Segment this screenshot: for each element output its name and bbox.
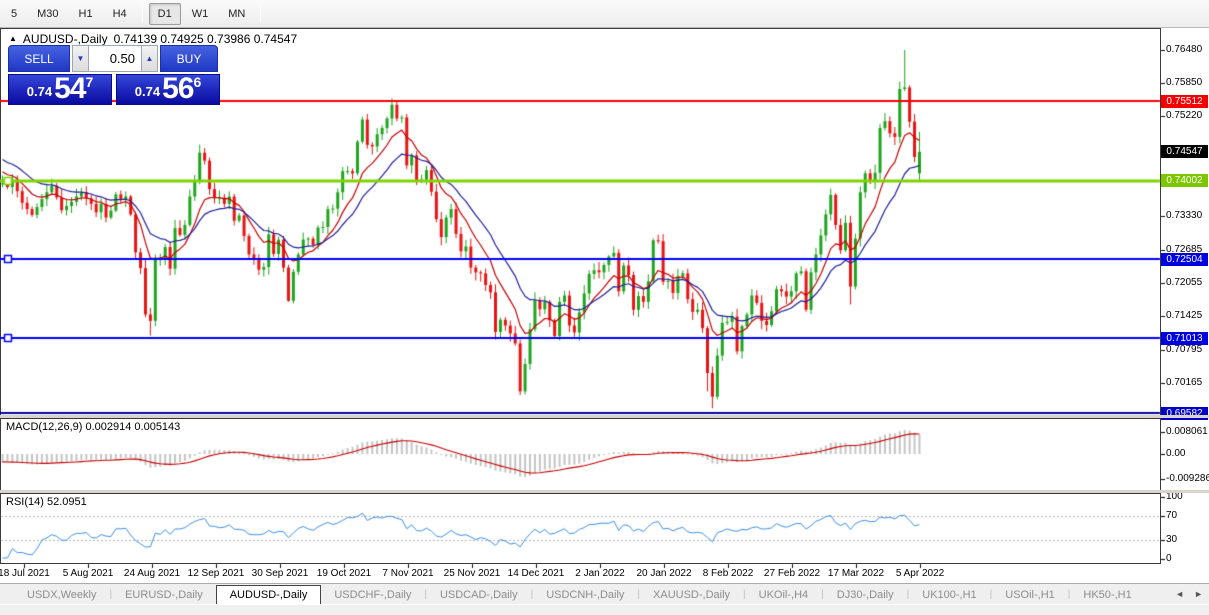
timeframe-button-h4[interactable]: H4 bbox=[104, 3, 136, 25]
timeframe-button-w1[interactable]: W1 bbox=[183, 3, 218, 25]
sell-price-display[interactable]: 0.74 54 7 bbox=[8, 74, 112, 105]
tab-dj30-daily[interactable]: DJ30-,Daily bbox=[824, 586, 907, 604]
collapse-panel-icon[interactable]: ▲ bbox=[9, 34, 17, 43]
chart-symbol-label: AUDUSD-,Daily bbox=[22, 32, 108, 46]
price-axis-tick-label: 0.73330 bbox=[1166, 209, 1203, 221]
current-price-badge: 0.74547 bbox=[1161, 145, 1208, 159]
timeframe-toolbar: 5 M30 H1 H4 D1 W1 MN bbox=[0, 0, 1209, 28]
date-axis-label: 5 Apr 2022 bbox=[895, 568, 945, 579]
price-axis-tick-label: 0.70165 bbox=[1166, 376, 1203, 388]
splitter-main-macd[interactable] bbox=[0, 415, 1209, 418]
date-axis-label: 30 Sep 2021 bbox=[251, 568, 309, 579]
date-axis-label: 14 Dec 2021 bbox=[507, 568, 565, 579]
date-axis-label: 5 Aug 2021 bbox=[62, 568, 114, 579]
date-axis-label: 2 Jan 2022 bbox=[575, 568, 625, 579]
price-level-badge: 0.72504 bbox=[1161, 252, 1208, 266]
macd-axis-tick-label: -0.009286 bbox=[1166, 473, 1209, 485]
macd-axis-tick-label: 0.008061 bbox=[1166, 426, 1208, 438]
price-axis-tick-label: 0.71425 bbox=[1166, 310, 1203, 322]
price-axis-tick-label: 0.76480 bbox=[1166, 44, 1203, 56]
timeframe-button-h1[interactable]: H1 bbox=[70, 3, 102, 25]
tab-usdcad-daily[interactable]: USDCAD-,Daily bbox=[427, 586, 531, 604]
toolbar-separator bbox=[141, 5, 143, 22]
date-axis-label: 7 Nov 2021 bbox=[382, 568, 434, 579]
rsi-axis-tick-label: 70 bbox=[1166, 509, 1178, 521]
buy-price-display[interactable]: 0.74 56 6 bbox=[116, 74, 220, 105]
sell-price-prefix: 0.74 bbox=[26, 84, 53, 99]
date-axis-label: 19 Oct 2021 bbox=[316, 568, 372, 579]
tab-xauusd-daily[interactable]: XAUUSD-,Daily bbox=[640, 586, 743, 604]
tab-usdx-weekly[interactable]: USDX,Weekly bbox=[14, 586, 109, 604]
tab-eurusd-daily[interactable]: EURUSD-,Daily bbox=[112, 586, 216, 604]
price-level-badge: 0.75512 bbox=[1161, 94, 1208, 108]
mt4-terminal: 5 M30 H1 H4 D1 W1 MN ▲ AUDUSD-,Daily 0.74139 0… bbox=[0, 0, 1209, 615]
timeframe-button-d1[interactable]: D1 bbox=[148, 2, 181, 25]
sell-price-sup: 7 bbox=[85, 74, 94, 90]
date-axis-label: 24 Aug 2021 bbox=[123, 568, 181, 579]
date-axis-label: 8 Feb 2022 bbox=[702, 568, 754, 579]
macd-axis-tick-label: 0.00 bbox=[1166, 448, 1186, 459]
buy-button[interactable]: BUY bbox=[160, 45, 218, 72]
splitter-macd-rsi[interactable] bbox=[0, 490, 1209, 493]
price-axis-tick-label: 0.72055 bbox=[1166, 277, 1203, 289]
date-axis-label: 20 Jan 2022 bbox=[636, 568, 692, 579]
macd-label: MACD(12,26,9) 0.002914 0.005143 bbox=[6, 421, 181, 433]
symbol-tabbar: USDX,Weekly | EURUSD-,Daily AUDUSD-,Daily US… bbox=[0, 583, 1209, 605]
buy-price-sup: 6 bbox=[193, 74, 202, 90]
rsi-label: RSI(14) 52.0951 bbox=[6, 496, 87, 508]
timeframe-button-mn[interactable]: MN bbox=[219, 3, 254, 25]
timeframe-button-m15[interactable]: 5 bbox=[2, 3, 26, 25]
tab-audusd-daily[interactable]: AUDUSD-,Daily bbox=[215, 585, 322, 605]
volume-input[interactable] bbox=[89, 45, 141, 72]
price-level-badge: 0.71013 bbox=[1161, 331, 1208, 345]
scroll-tabs-right-icon[interactable]: ► bbox=[1194, 589, 1203, 599]
scroll-tabs-left-icon[interactable]: ◄ bbox=[1175, 589, 1184, 599]
price-level-badge: 0.74002 bbox=[1161, 174, 1208, 188]
sell-button[interactable]: SELL bbox=[8, 45, 70, 72]
date-axis-label: 18 Jul 2021 bbox=[0, 568, 50, 579]
buy-price-prefix: 0.74 bbox=[134, 84, 161, 99]
volume-increase-button[interactable]: ▲ bbox=[141, 45, 158, 72]
chart-title: ▲ AUDUSD-,Daily 0.74139 0.74925 0.73986 … bbox=[9, 32, 297, 46]
tab-usdchf-daily[interactable]: USDCHF-,Daily bbox=[321, 586, 424, 604]
tab-hk50-h1[interactable]: HK50-,H1 bbox=[1070, 586, 1144, 604]
status-bar bbox=[0, 604, 1209, 615]
timeframe-button-m30[interactable]: M30 bbox=[28, 3, 67, 25]
tab-usdcnh-daily[interactable]: USDCNH-,Daily bbox=[533, 586, 637, 604]
rsi-axis-tick-label: 0 bbox=[1166, 553, 1172, 564]
price-axis-tick-label: 0.75220 bbox=[1166, 110, 1203, 122]
date-axis-label: 25 Nov 2021 bbox=[443, 568, 501, 579]
chart-ohlc-values: 0.74139 0.74925 0.73986 0.74547 bbox=[113, 32, 298, 46]
date-axis-label: 27 Feb 2022 bbox=[763, 568, 821, 579]
tab-ukoil-h4[interactable]: UKOil-,H4 bbox=[746, 586, 822, 604]
rsi-axis-tick-label: 30 bbox=[1166, 534, 1178, 546]
volume-decrease-button[interactable]: ▼ bbox=[72, 45, 89, 72]
buy-price-big: 56 bbox=[162, 72, 194, 105]
one-click-trading-panel: SELL ▼ ▲ BUY 0.74 54 7 0.74 56 6 bbox=[8, 45, 220, 105]
price-axis-tick-label: 0.75850 bbox=[1166, 77, 1203, 89]
toolbar-separator bbox=[260, 5, 262, 22]
date-axis-label: 12 Sep 2021 bbox=[187, 568, 245, 579]
tab-uk100-h1[interactable]: UK100-,H1 bbox=[909, 586, 989, 604]
tab-usoil-h1[interactable]: USOil-,H1 bbox=[992, 586, 1068, 604]
sell-price-big: 54 bbox=[54, 72, 86, 105]
date-axis-label: 17 Mar 2022 bbox=[827, 568, 885, 579]
price-axis-tick-label: 0.70795 bbox=[1166, 343, 1203, 355]
